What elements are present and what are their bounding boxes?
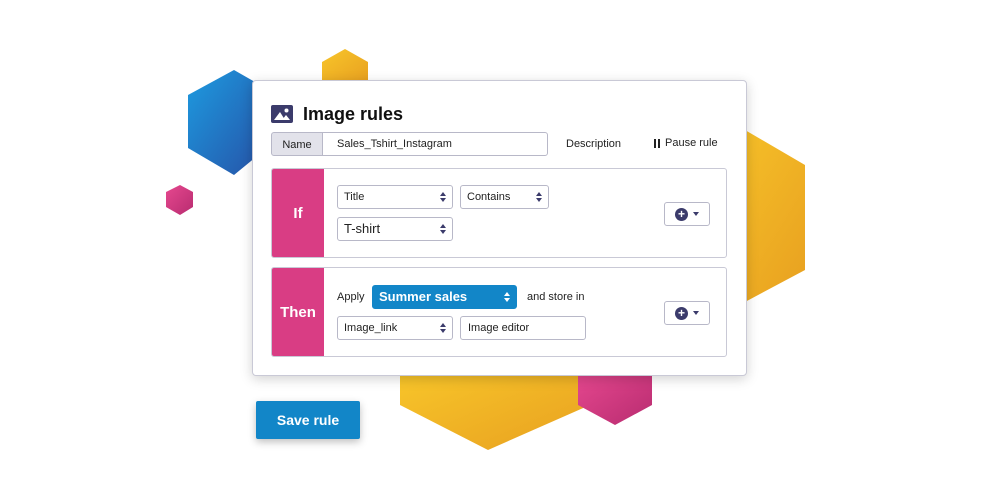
store-in-text: and store in — [527, 291, 585, 303]
if-section: If Title Contains T-shirt + — [271, 168, 727, 258]
chevron-down-icon — [693, 311, 699, 315]
plus-icon: + — [675, 207, 688, 221]
name-input[interactable]: Sales_Tshirt_Instagram — [322, 132, 548, 156]
chevron-down-icon — [693, 212, 699, 216]
page-title: Image rules — [303, 103, 404, 124]
hexagon-pink-small — [166, 185, 193, 215]
image-rules-card: Image rules Name Sales_Tshirt_Instagram … — [252, 80, 747, 376]
value-select-value: T-shirt — [344, 221, 381, 236]
target-select-value: Image_link — [344, 322, 398, 334]
template-select[interactable]: Summer sales — [372, 285, 517, 309]
value-select[interactable]: T-shirt — [337, 217, 453, 241]
template-select-value: Summer sales — [379, 289, 468, 304]
card-header: Image rules — [271, 101, 403, 127]
plus-icon: + — [675, 306, 688, 320]
pause-icon — [654, 138, 660, 148]
select-arrows-icon — [440, 192, 446, 202]
pause-rule-label: Pause rule — [665, 137, 718, 149]
save-rule-button[interactable]: Save rule — [256, 401, 360, 439]
then-section: Then Apply Summer sales and store in Ima… — [271, 267, 727, 357]
select-arrows-icon — [504, 292, 510, 302]
operator-select-value: Contains — [467, 191, 511, 203]
select-arrows-icon — [440, 323, 446, 333]
image-editor-input[interactable]: Image editor — [460, 316, 586, 340]
hexagon-yellow-top — [322, 49, 368, 82]
hexagon-blue-left — [188, 70, 262, 175]
image-icon — [271, 105, 293, 123]
if-label: If — [272, 169, 324, 257]
hexagon-yellow-bottom — [400, 370, 590, 450]
name-label: Name — [271, 132, 323, 156]
hexagon-pink-bottom — [578, 370, 652, 425]
apply-text: Apply — [337, 291, 365, 303]
field-select[interactable]: Title — [337, 185, 453, 209]
target-select[interactable]: Image_link — [337, 316, 453, 340]
pause-rule-button[interactable]: Pause rule — [654, 137, 718, 149]
select-arrows-icon — [440, 224, 446, 234]
add-action-button[interactable]: + — [664, 301, 710, 325]
then-label: Then — [272, 268, 324, 356]
operator-select[interactable]: Contains — [460, 185, 549, 209]
add-condition-button[interactable]: + — [664, 202, 710, 226]
description-link[interactable]: Description — [566, 138, 621, 150]
field-select-value: Title — [344, 191, 365, 203]
select-arrows-icon — [536, 192, 542, 202]
